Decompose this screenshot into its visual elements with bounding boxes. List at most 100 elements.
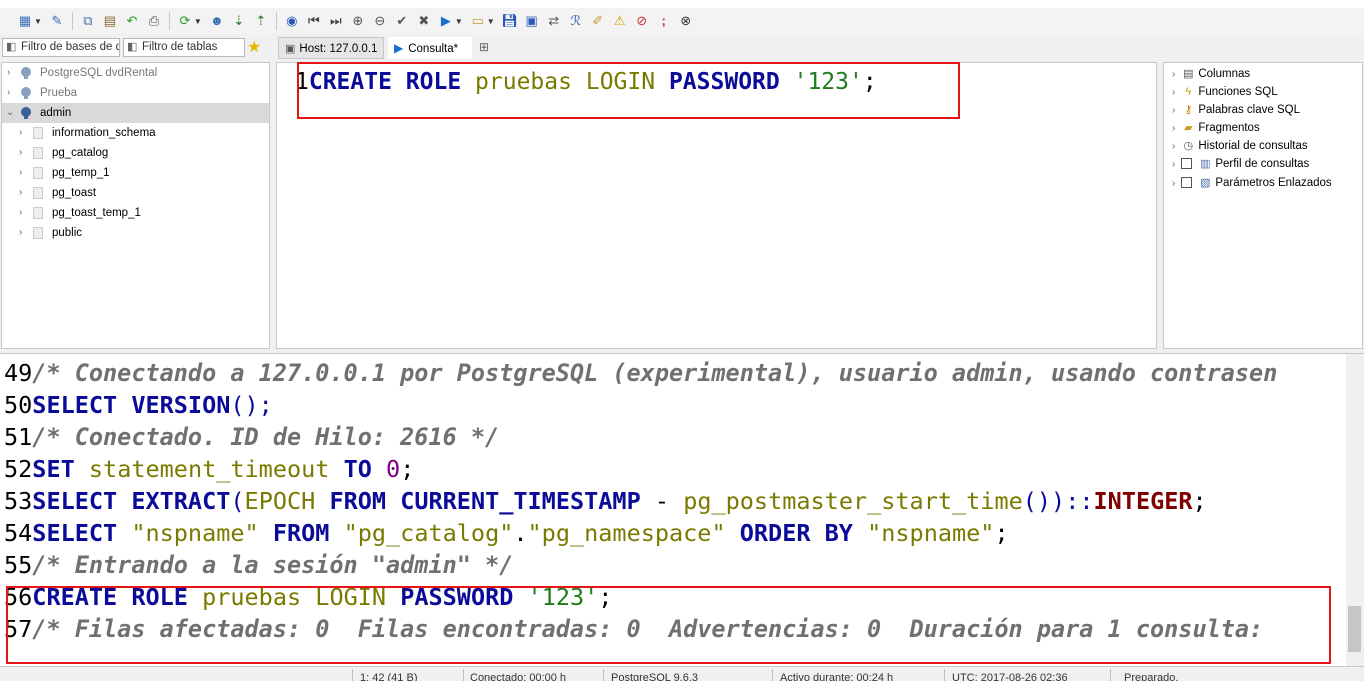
add-icon[interactable]: ⊕ <box>350 13 366 29</box>
clear-icon[interactable]: ⊘ <box>634 13 650 29</box>
chevron-down-icon[interactable]: ▼ <box>487 17 495 26</box>
chevron-right-icon[interactable]: › <box>1172 159 1175 170</box>
chevron-right-icon[interactable]: › <box>1172 141 1175 152</box>
tab-host[interactable]: ▣ Host: 127.0.0.1 <box>278 37 384 59</box>
sql-keyword: TO <box>343 455 372 483</box>
connect-icon[interactable]: ✎ <box>49 13 65 29</box>
chevron-right-icon[interactable]: › <box>19 123 22 143</box>
save-icon[interactable]: 💾︎ <box>501 13 518 29</box>
chevron-down-icon[interactable]: ▼ <box>34 17 42 26</box>
format-icon[interactable]: ℛ <box>568 13 584 29</box>
chevron-right-icon[interactable]: › <box>1172 69 1175 80</box>
table-filter-input[interactable]: ◧ Filtro de tablas <box>123 38 245 57</box>
chevron-right-icon[interactable]: › <box>1172 123 1175 134</box>
helper-item-bound-parameters[interactable]: › ▧ Parámetros Enlazados <box>1172 174 1332 192</box>
status-separator <box>463 669 464 681</box>
edit-icon[interactable]: ✐ <box>590 13 606 29</box>
helper-item-query-history[interactable]: › ◷ Historial de consultas <box>1172 137 1308 155</box>
find-icon[interactable]: ▣ <box>524 13 540 29</box>
chevron-right-icon[interactable]: › <box>1172 105 1175 116</box>
manage-sessions-icon[interactable]: ▦ <box>17 13 33 29</box>
log-line: 57/* Filas afectadas: 0 Filas encontrada… <box>4 613 1263 645</box>
sql-function: VERSION <box>131 391 231 419</box>
new-tab-icon[interactable]: ⊞ <box>479 40 489 54</box>
sql-punctuation: ( <box>230 487 245 515</box>
sql-keyword: SET <box>32 455 75 483</box>
sql-keyword: CURRENT_TIMESTAMP <box>400 487 641 515</box>
undo-icon[interactable]: ↶ <box>124 13 140 29</box>
stop-icon[interactable]: ⊗ <box>678 13 694 29</box>
log-line: 50SELECT VERSION(); <box>4 389 273 421</box>
helper-item-snippets[interactable]: › ▰ Fragmentos <box>1172 119 1260 137</box>
line-number: 53 <box>4 487 33 515</box>
editor-line[interactable]: 1CREATE ROLE pruebas LOGIN PASSWORD '123… <box>295 67 877 97</box>
chevron-right-icon[interactable]: › <box>19 203 22 223</box>
bound-parameters-checkbox[interactable] <box>1181 177 1193 189</box>
helpers-panel: › ▤ Columnas › ϟ Funciones SQL › ⚷ Palabras cl… <box>1163 62 1363 349</box>
chevron-right-icon[interactable]: › <box>19 223 22 243</box>
sql-punctuation: . <box>513 519 528 547</box>
chevron-down-icon[interactable]: ⌄ <box>6 103 14 123</box>
log-line: 53SELECT EXTRACT(EPOCH FROM CURRENT_TIME… <box>4 485 1207 517</box>
chevron-right-icon[interactable]: › <box>1172 87 1175 98</box>
apply-icon[interactable]: ✔ <box>394 13 410 29</box>
query-profile-checkbox[interactable] <box>1181 158 1193 170</box>
scrollbar-thumb[interactable] <box>1348 606 1361 652</box>
chevron-right-icon[interactable]: › <box>7 63 10 83</box>
helper-item-columns[interactable]: › ▤ Columnas <box>1172 65 1250 83</box>
export-icon[interactable]: ⇡ <box>253 13 269 29</box>
paste-icon[interactable]: ▤ <box>102 13 118 29</box>
helper-item-query-profile[interactable]: › ▥ Perfil de consultas <box>1172 155 1309 173</box>
sql-identifier: LOGIN <box>315 583 387 611</box>
helper-label: Columnas <box>1198 68 1251 80</box>
help-icon[interactable]: ◉ <box>284 13 300 29</box>
query-editor[interactable]: 1CREATE ROLE pruebas LOGIN PASSWORD '123… <box>276 62 1157 349</box>
sql-punctuation: ()):: <box>1022 487 1094 515</box>
chevron-right-icon[interactable]: › <box>1172 178 1175 189</box>
warning-icon[interactable]: ⚠ <box>612 13 628 29</box>
refresh-icon[interactable]: ⟳ <box>177 13 193 29</box>
sql-identifier: pruebas <box>202 583 302 611</box>
table-filter-placeholder: Filtro de tablas <box>142 41 218 53</box>
users-icon[interactable]: ☻ <box>209 13 225 29</box>
print-icon[interactable]: ⎙ <box>146 13 162 29</box>
chevron-down-icon[interactable]: ▼ <box>455 17 463 26</box>
database-filter-input[interactable]: ◧ Filtro de bases de d <box>2 38 120 57</box>
line-number: 57 <box>4 615 33 643</box>
chevron-right-icon[interactable]: › <box>7 83 10 103</box>
first-icon[interactable]: ⏮ <box>306 13 322 29</box>
sql-log[interactable]: 49/* Conectando a 127.0.0.1 por PostgreS… <box>0 353 1364 667</box>
chevron-right-icon[interactable]: › <box>19 183 22 203</box>
new-query-icon[interactable]: ▭ <box>470 13 486 29</box>
line-number: 54 <box>4 519 33 547</box>
sql-type: INTEGER <box>1093 487 1193 515</box>
sql-identifier: "nspname" <box>131 519 259 547</box>
chevron-right-icon[interactable]: › <box>19 163 22 183</box>
tree-node-admin[interactable]: ⌄ admin <box>2 103 269 123</box>
last-icon[interactable]: ⏭ <box>328 13 344 29</box>
status-separator <box>772 669 773 681</box>
tree-node-label: pg_toast <box>52 187 97 199</box>
favorite-star-icon[interactable]: ★ <box>247 37 261 57</box>
semicolon-icon[interactable]: ; <box>656 13 672 29</box>
chevron-right-icon[interactable]: › <box>19 143 22 163</box>
import-icon[interactable]: ⇣ <box>231 13 247 29</box>
remove-icon[interactable]: ⊖ <box>372 13 388 29</box>
tree-node-label: Prueba <box>40 87 78 99</box>
log-scrollbar[interactable] <box>1346 354 1364 667</box>
cancel-icon[interactable]: ✖ <box>416 13 432 29</box>
replace-icon[interactable]: ⇄ <box>546 13 562 29</box>
tab-host-label: Host: 127.0.0.1 <box>299 43 378 55</box>
helper-item-sql-keywords[interactable]: › ⚷ Palabras clave SQL <box>1172 101 1300 119</box>
copy-icon[interactable]: ⧉ <box>80 13 96 29</box>
chevron-down-icon[interactable]: ▼ <box>194 17 202 26</box>
sql-terminator: ; <box>598 583 613 611</box>
tab-query[interactable]: ▶ Consulta* <box>388 37 472 59</box>
helper-item-sql-functions[interactable]: › ϟ Funciones SQL <box>1172 83 1278 101</box>
run-icon[interactable]: ▶ <box>438 13 454 29</box>
sql-identifier: statement_timeout <box>88 455 330 483</box>
